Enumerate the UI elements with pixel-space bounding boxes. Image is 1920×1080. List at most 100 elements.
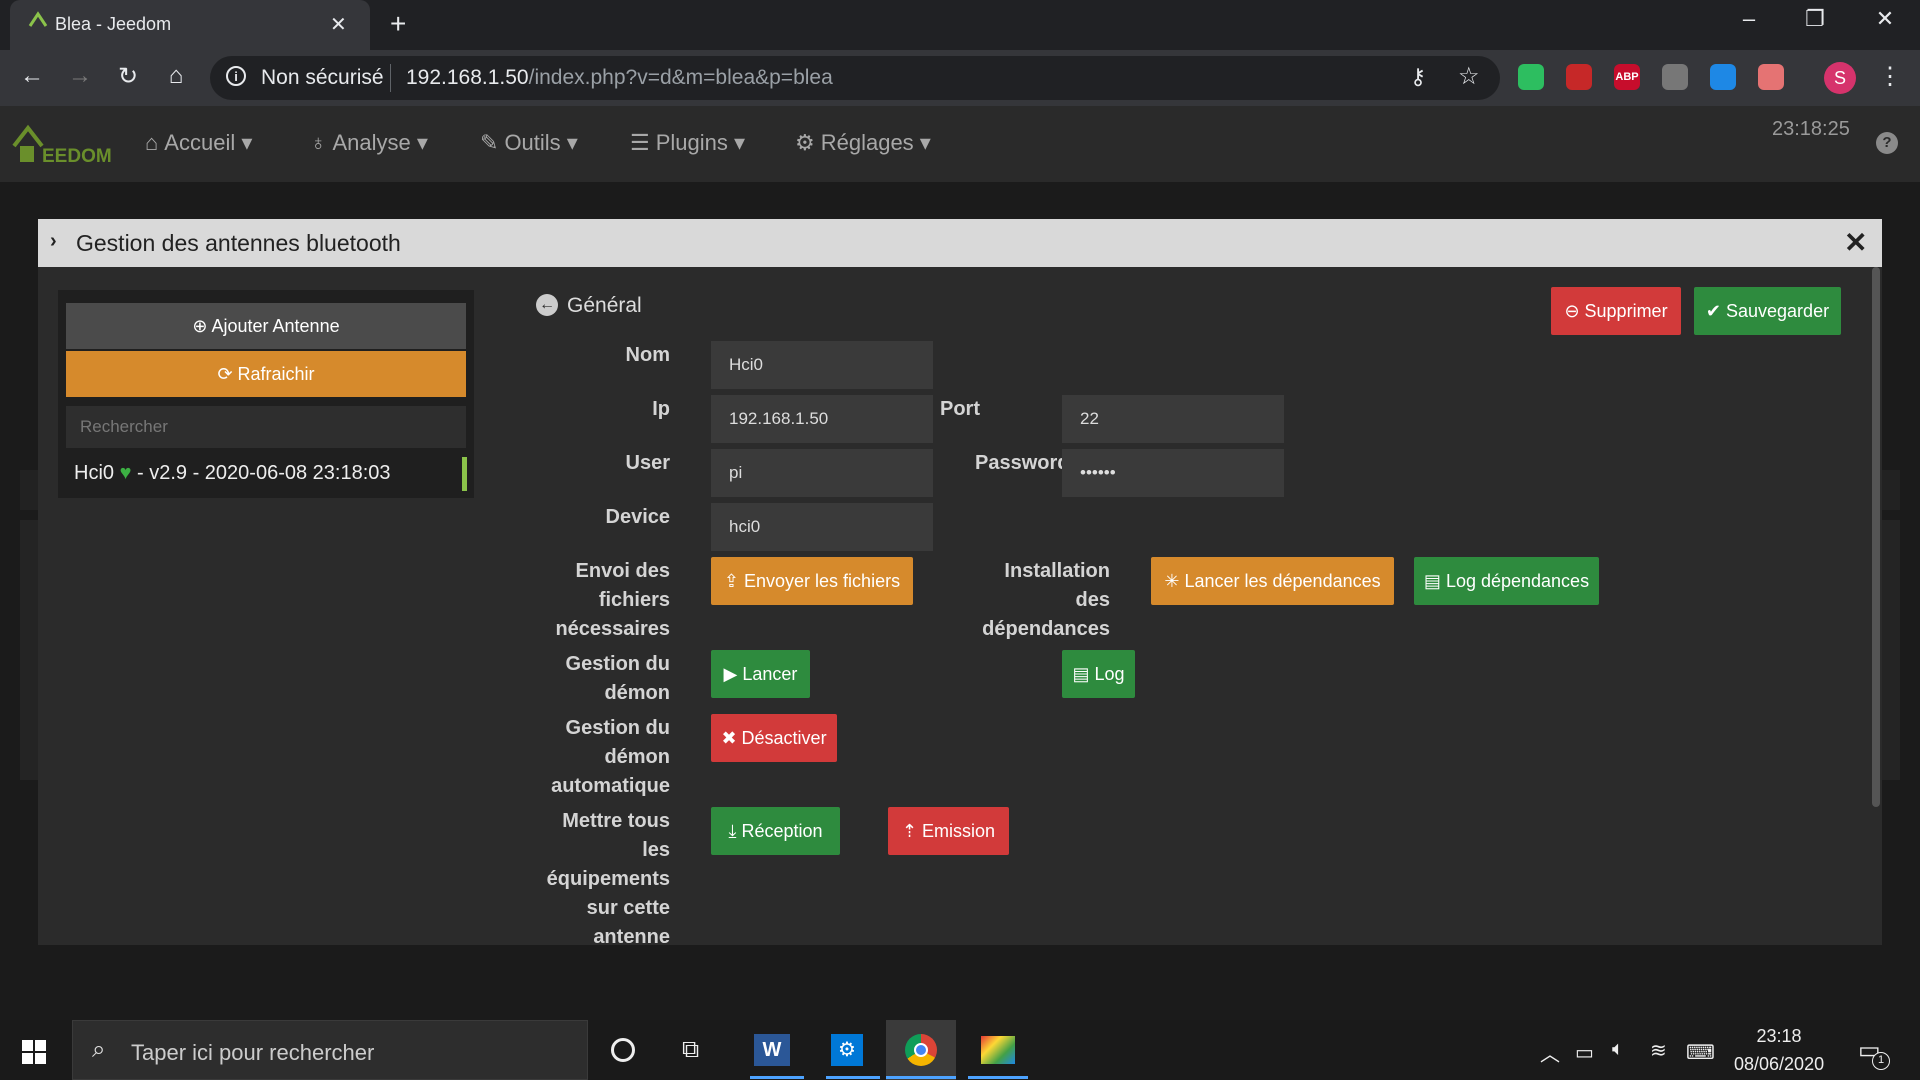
menu-analyse[interactable]: ♁ Analyse ▾: [310, 130, 428, 156]
demon-label: Gestion du démon: [565, 653, 670, 704]
taskbar-search-text: Taper ici pour rechercher: [131, 1040, 375, 1065]
security-label[interactable]: Non sécurisé: [261, 66, 384, 90]
settings-icon[interactable]: ⚙: [831, 1034, 863, 1066]
jeedom-logo[interactable]: EEDOM: [10, 118, 115, 168]
menu-outils[interactable]: ✎ Outils ▾: [480, 130, 578, 156]
broadcast-icon: ⇡: [901, 821, 923, 841]
antenna-search-input[interactable]: [66, 406, 466, 448]
download-icon: ⤓: [728, 821, 742, 841]
save-button[interactable]: ✔ Sauvegarder: [1694, 287, 1841, 335]
new-tab-icon[interactable]: +: [390, 8, 406, 40]
browser-menu-icon[interactable]: ⋮: [1878, 62, 1902, 91]
help-icon[interactable]: ?: [1876, 132, 1898, 154]
url-path: /index.php?v=d&m=blea&p=blea: [528, 66, 833, 89]
adblock-plus-icon[interactable]: ABP: [1614, 64, 1640, 90]
cortana-icon[interactable]: [611, 1038, 635, 1062]
envoi-label: Envoi des fichiers nécessaires: [555, 560, 670, 640]
menu-reglages[interactable]: ⚙ Réglages ▾: [795, 130, 931, 156]
reload-icon[interactable]: ↻: [112, 62, 144, 91]
color-app-icon[interactable]: [981, 1036, 1015, 1064]
log-dependencies-button[interactable]: ▤ Log dépendances: [1414, 557, 1599, 605]
cog-icon: ⚙: [795, 130, 815, 155]
ip-input[interactable]: 192.168.1.50: [711, 395, 933, 443]
port-input[interactable]: 22: [1062, 395, 1284, 443]
nom-input[interactable]: Hci0: [711, 341, 933, 389]
url-separator: [390, 64, 391, 92]
daemon-log-button[interactable]: ▤ Log: [1062, 650, 1135, 698]
wrench-icon: ✎: [480, 130, 499, 155]
upload-icon: ⇪: [723, 571, 745, 591]
home-icon[interactable]: ⌂: [160, 62, 192, 90]
glasses-icon[interactable]: [1758, 64, 1784, 90]
jeedom-navbar: [0, 106, 1920, 182]
forward-arrow-icon[interactable]: →: [64, 62, 96, 90]
screen-capture-icon[interactable]: [1710, 64, 1736, 90]
launch-dependencies-button[interactable]: ✳ Lancer les dépendances: [1151, 557, 1394, 605]
tab-close-icon[interactable]: ✕: [330, 12, 347, 37]
reception-button[interactable]: ⤓ Réception: [711, 807, 840, 855]
menu-plugins[interactable]: ☰ Plugins ▾: [630, 130, 745, 156]
menu-accueil[interactable]: ⌂ Accueil ▾: [145, 130, 252, 156]
delete-button[interactable]: ⊖ Supprimer: [1551, 287, 1681, 335]
plus-circle-icon: ⊕: [192, 316, 212, 336]
evernote-icon[interactable]: [1518, 64, 1544, 90]
spinner-icon: ✳: [1164, 571, 1185, 591]
active-indicator: [826, 1076, 880, 1079]
url-text[interactable]: 192.168.1.50/index.php?v=d&m=blea&p=blea: [406, 66, 833, 90]
chevron-right-icon: ›: [50, 230, 57, 252]
disable-daemon-button[interactable]: ✖ Désactiver: [711, 714, 837, 762]
info-icon[interactable]: i: [226, 66, 246, 86]
check-circle-icon: ✔: [1705, 301, 1726, 321]
send-files-button[interactable]: ⇪ Envoyer les fichiers: [711, 557, 913, 605]
active-indicator: [968, 1076, 1028, 1079]
back-arrow-icon[interactable]: ←: [16, 62, 48, 90]
taskbar-date[interactable]: 08/06/2020: [1734, 1054, 1824, 1075]
file-icon: ▤: [1423, 571, 1446, 591]
antenna-list-item-text[interactable]: Hci0 ♥ - v2.9 - 2020-06-08 23:18:03: [74, 462, 391, 485]
modal-close-icon[interactable]: ✕: [1844, 226, 1867, 259]
show-hidden-icons-icon[interactable]: ︿: [1540, 1038, 1560, 1067]
address-bar[interactable]: [210, 56, 1500, 100]
user-input[interactable]: pi: [711, 449, 933, 497]
user-label: User: [625, 452, 670, 474]
taskbar-time[interactable]: 23:18: [1734, 1026, 1824, 1047]
bookmark-star-icon[interactable]: ☆: [1458, 62, 1480, 91]
back-circle-icon[interactable]: ←: [536, 294, 558, 316]
acrobat-icon[interactable]: [1566, 64, 1592, 90]
extension-dots-icon[interactable]: [1662, 64, 1688, 90]
launch-daemon-button[interactable]: ▶ Lancer: [711, 650, 810, 698]
restore-icon[interactable]: ❐: [1790, 6, 1840, 32]
list-icon: ☰: [630, 130, 650, 155]
volume-icon[interactable]: 🔈︎: [1612, 1038, 1624, 1061]
home-icon: ⌂: [145, 130, 159, 155]
file-icon: ▤: [1072, 664, 1095, 684]
device-input[interactable]: hci0: [711, 503, 933, 551]
stethoscope-icon: ♁: [310, 130, 327, 155]
password-input[interactable]: ••••••: [1062, 449, 1284, 497]
word-icon[interactable]: W: [754, 1034, 790, 1066]
keyboard-icon[interactable]: ⌨: [1686, 1040, 1715, 1065]
wifi-icon[interactable]: ≋: [1650, 1038, 1667, 1063]
windows-start-icon[interactable]: [22, 1040, 46, 1064]
modal-scrollbar[interactable]: [1872, 267, 1880, 807]
emission-button[interactable]: ⇡ Emission: [888, 807, 1009, 855]
section-title: Général: [567, 294, 642, 317]
task-view-icon[interactable]: ⧉: [682, 1036, 699, 1064]
password-label: Password: [975, 452, 1062, 474]
battery-icon[interactable]: ▭: [1575, 1040, 1594, 1065]
demon-auto-label: Gestion du démon automatique: [551, 717, 670, 797]
antenna-name: Hci0: [74, 462, 115, 484]
minus-circle-icon: ⊖: [1564, 301, 1585, 321]
minimize-icon[interactable]: –: [1724, 6, 1774, 32]
refresh-button[interactable]: ⟳ Rafraichir: [66, 351, 466, 397]
ip-label: Ip: [652, 398, 670, 420]
key-icon[interactable]: ⚷: [1410, 64, 1426, 90]
mettre-tous-label: Mettre tous les équipements sur cette antenn…: [546, 810, 670, 948]
logo-text: EEDOM: [42, 146, 112, 167]
add-antenna-button[interactable]: ⊕ Ajouter Antenne: [66, 303, 466, 349]
jeedom-clock: 23:18:25: [1772, 118, 1850, 140]
window-close-icon[interactable]: ✕: [1860, 6, 1910, 32]
profile-avatar[interactable]: S: [1824, 62, 1856, 94]
nom-label: Nom: [625, 344, 670, 366]
refresh-icon: ⟳: [217, 364, 238, 384]
